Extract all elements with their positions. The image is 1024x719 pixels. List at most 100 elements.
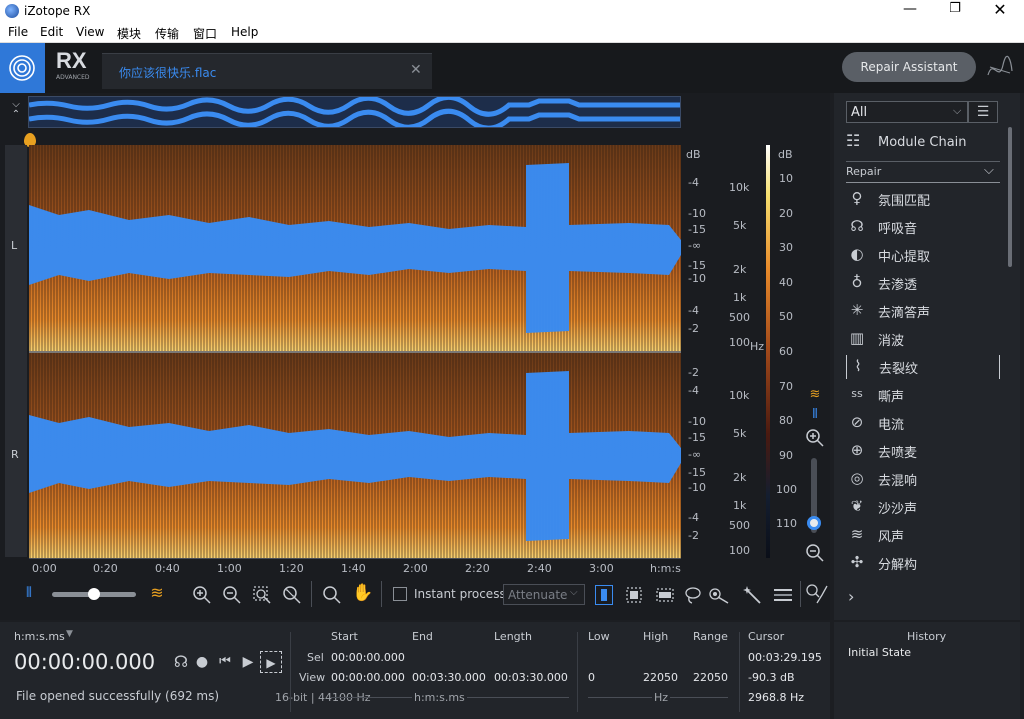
module-derustle[interactable]: ❦ 沙沙声 — [846, 495, 1000, 519]
title-bar: iZotope RX — ❐ ✕ — [0, 0, 1024, 23]
menu-view[interactable]: View — [76, 25, 104, 39]
find-similar-icon[interactable] — [805, 583, 830, 605]
db-tick: -∞ — [688, 239, 702, 252]
module-dereverb[interactable]: ◎ 去混响 — [846, 467, 1000, 491]
module-scrollbar[interactable] — [1008, 127, 1012, 267]
instant-process-checkbox[interactable] — [393, 587, 407, 601]
deconstruct-icon: ✣ — [850, 553, 864, 571]
channel-left-label[interactable]: L — [11, 239, 17, 252]
collapse-overview-icon[interactable]: ⌵ ⌃ — [8, 100, 24, 124]
module-deplosive[interactable]: ⊕ 去喷麦 — [846, 439, 1000, 463]
signature-icon[interactable] — [985, 53, 1015, 83]
time-selection-tool-icon[interactable] — [595, 585, 613, 605]
close-tab-icon[interactable]: ✕ — [410, 62, 422, 78]
file-tab[interactable]: 你应该很快乐.flac ✕ — [102, 53, 432, 89]
module-filter-dropdown[interactable]: All ⌵ — [846, 101, 968, 123]
play-selection-button[interactable]: ▶ — [260, 651, 282, 673]
zoom-in-icon[interactable] — [192, 585, 212, 605]
spectrogram-view-icon[interactable]: ≋ — [146, 583, 168, 602]
high-value[interactable]: 22050 — [643, 671, 678, 684]
module-label: 沙沙声 — [878, 502, 918, 517]
minimize-button[interactable]: — — [895, 1, 925, 21]
frequency-selection-tool-icon[interactable] — [625, 585, 643, 605]
repair-section-header[interactable]: Repair ⌵ — [846, 163, 1000, 183]
separator — [577, 632, 578, 712]
attenuate-dropdown[interactable]: Attenuate ⌵ — [503, 584, 585, 605]
menu-transport[interactable]: 传输 — [155, 25, 179, 42]
channel-strip — [5, 145, 27, 557]
time-format-dropdown[interactable]: h:m:s.ms — [14, 630, 65, 643]
spectrogram-view[interactable] — [29, 145, 681, 558]
channel-right-label[interactable]: R — [11, 448, 19, 461]
module-declick[interactable]: ✳ 去滴答声 — [846, 299, 1000, 323]
vertical-zoom-slider[interactable] — [807, 458, 821, 533]
module-center-extract[interactable]: ◐ 中心提取 — [846, 243, 1000, 267]
module-deess[interactable]: ss 嘶声 — [846, 383, 1000, 407]
time-frequency-selection-icon[interactable] — [655, 585, 675, 605]
module-debleed[interactable]: ♁ 去渗透 — [846, 271, 1000, 295]
deplosive-icon: ⊕ — [850, 441, 864, 459]
menu-help[interactable]: Help — [231, 25, 258, 39]
sel-row-label: Sel — [307, 651, 324, 664]
db-tick: -4 — [688, 511, 699, 524]
view-end-value[interactable]: 00:03:30.000 — [412, 671, 486, 684]
vertical-zoom-in-icon[interactable] — [805, 428, 825, 448]
module-decrackle[interactable]: ⌇ 去裂纹 — [846, 355, 1000, 379]
record-button[interactable]: ● — [191, 651, 213, 673]
hand-tool-icon[interactable]: ✋ — [352, 583, 373, 605]
separator — [381, 581, 382, 607]
low-value[interactable]: 0 — [588, 671, 595, 684]
module-deconstruct[interactable]: ✣ 分解构 — [846, 551, 1000, 575]
harmonic-selection-icon[interactable] — [772, 585, 794, 605]
vertical-zoom-thumb[interactable] — [807, 516, 821, 530]
menu-file[interactable]: File — [8, 25, 28, 39]
brush-tool-icon[interactable] — [708, 585, 730, 605]
module-dehum[interactable]: ⊘ 电流 — [846, 411, 1000, 435]
menu-window[interactable]: 窗口 — [193, 25, 217, 42]
sel-start-value[interactable]: 00:00:00.000 — [331, 651, 405, 664]
waveform-view-icon[interactable]: ⦀ — [18, 585, 40, 603]
module-ambience-match[interactable]: ♀ 氛围匹配 — [846, 187, 1000, 211]
magic-wand-tool-icon[interactable] — [742, 585, 764, 605]
skip-back-button[interactable]: ⏮ — [214, 651, 236, 673]
expand-panel-icon[interactable]: › — [848, 587, 854, 606]
module-label: 去混响 — [878, 474, 918, 489]
maximize-button[interactable]: ❐ — [940, 1, 970, 21]
color-scale-tick: 90 — [779, 449, 793, 462]
module-chain-row[interactable]: ☷ Module Chain — [846, 131, 1000, 155]
view-length-value[interactable]: 00:03:30.000 — [494, 671, 568, 684]
play-button[interactable]: ▶ — [237, 651, 259, 673]
history-item[interactable]: Initial State — [848, 646, 911, 659]
zoom-selection-icon[interactable] — [252, 585, 272, 605]
instant-process-label[interactable]: Instant process — [414, 587, 506, 601]
view-start-value[interactable]: 00:00:00.000 — [331, 671, 405, 684]
module-dewind[interactable]: ≋ 风声 — [846, 523, 1000, 547]
module-declip[interactable]: ▥ 消波 — [846, 327, 1000, 351]
spectrogram-blend-slider[interactable] — [52, 588, 136, 600]
zoom-fit-icon[interactable] — [282, 585, 302, 605]
repair-assistant-button[interactable]: Repair Assistant — [842, 52, 976, 82]
menu-modules[interactable]: 模块 — [117, 25, 141, 42]
menu-edit[interactable]: Edit — [40, 25, 63, 39]
zoom-out-icon[interactable] — [222, 585, 242, 605]
vertical-zoom-out-icon[interactable] — [805, 543, 825, 563]
headphones-icon[interactable]: ☊ — [170, 651, 192, 673]
close-window-button[interactable]: ✕ — [985, 0, 1015, 20]
module-list-view-button[interactable]: ☰ — [968, 101, 998, 123]
chevron-down-icon[interactable]: ▼ — [66, 629, 73, 639]
spectrogram-mode-icon[interactable]: ≋ — [806, 387, 824, 403]
time-tick: 0:20 — [93, 562, 118, 575]
waveform-overview[interactable] — [28, 94, 681, 131]
blend-slider-thumb[interactable] — [88, 588, 100, 600]
length-header: Length — [494, 630, 532, 643]
lasso-tool-icon[interactable] — [683, 585, 703, 605]
time-display: 00:00:00.000 — [14, 650, 156, 674]
magnify-tool-icon[interactable] — [322, 585, 342, 605]
end-header: End — [412, 630, 433, 643]
range-value[interactable]: 22050 — [693, 671, 728, 684]
color-scale-tick: 70 — [779, 380, 793, 393]
waveform-mode-icon[interactable]: ⦀ — [806, 407, 824, 423]
db-tick: -4 — [688, 176, 699, 189]
module-breath[interactable]: ☊ 呼吸音 — [846, 215, 1000, 239]
cursor-time-value: 00:03:29.195 — [748, 651, 822, 664]
